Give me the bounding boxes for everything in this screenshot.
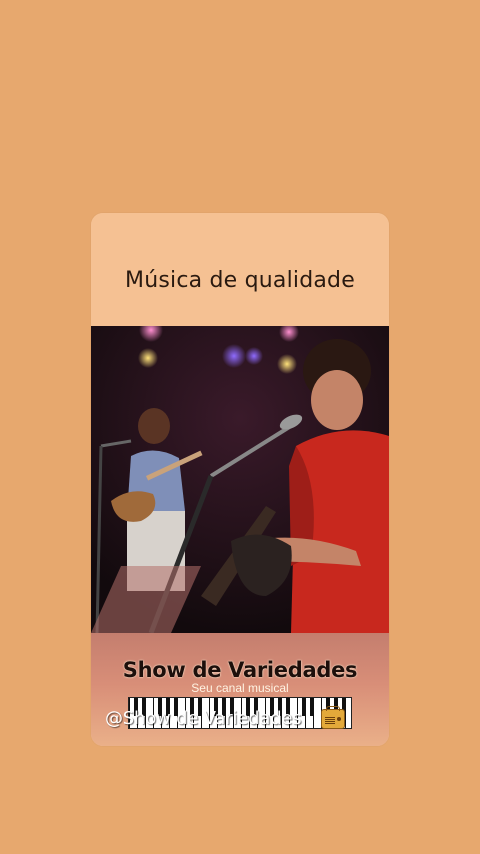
concert-video[interactable]	[91, 326, 389, 633]
promo-card: Música de qualidade Show de Variedades S…	[91, 213, 389, 746]
channel-footer: Show de Variedades Seu canal musical	[91, 633, 389, 746]
concert-scene	[91, 326, 389, 633]
show-title: Show de Variedades	[122, 658, 358, 682]
radio-icon	[321, 706, 345, 729]
show-subtitle: Seu canal musical	[191, 681, 289, 695]
card-header: Música de qualidade	[91, 213, 389, 326]
card-title: Música de qualidade	[125, 268, 355, 293]
creator-handle[interactable]: @Show de Variedades	[105, 708, 302, 729]
